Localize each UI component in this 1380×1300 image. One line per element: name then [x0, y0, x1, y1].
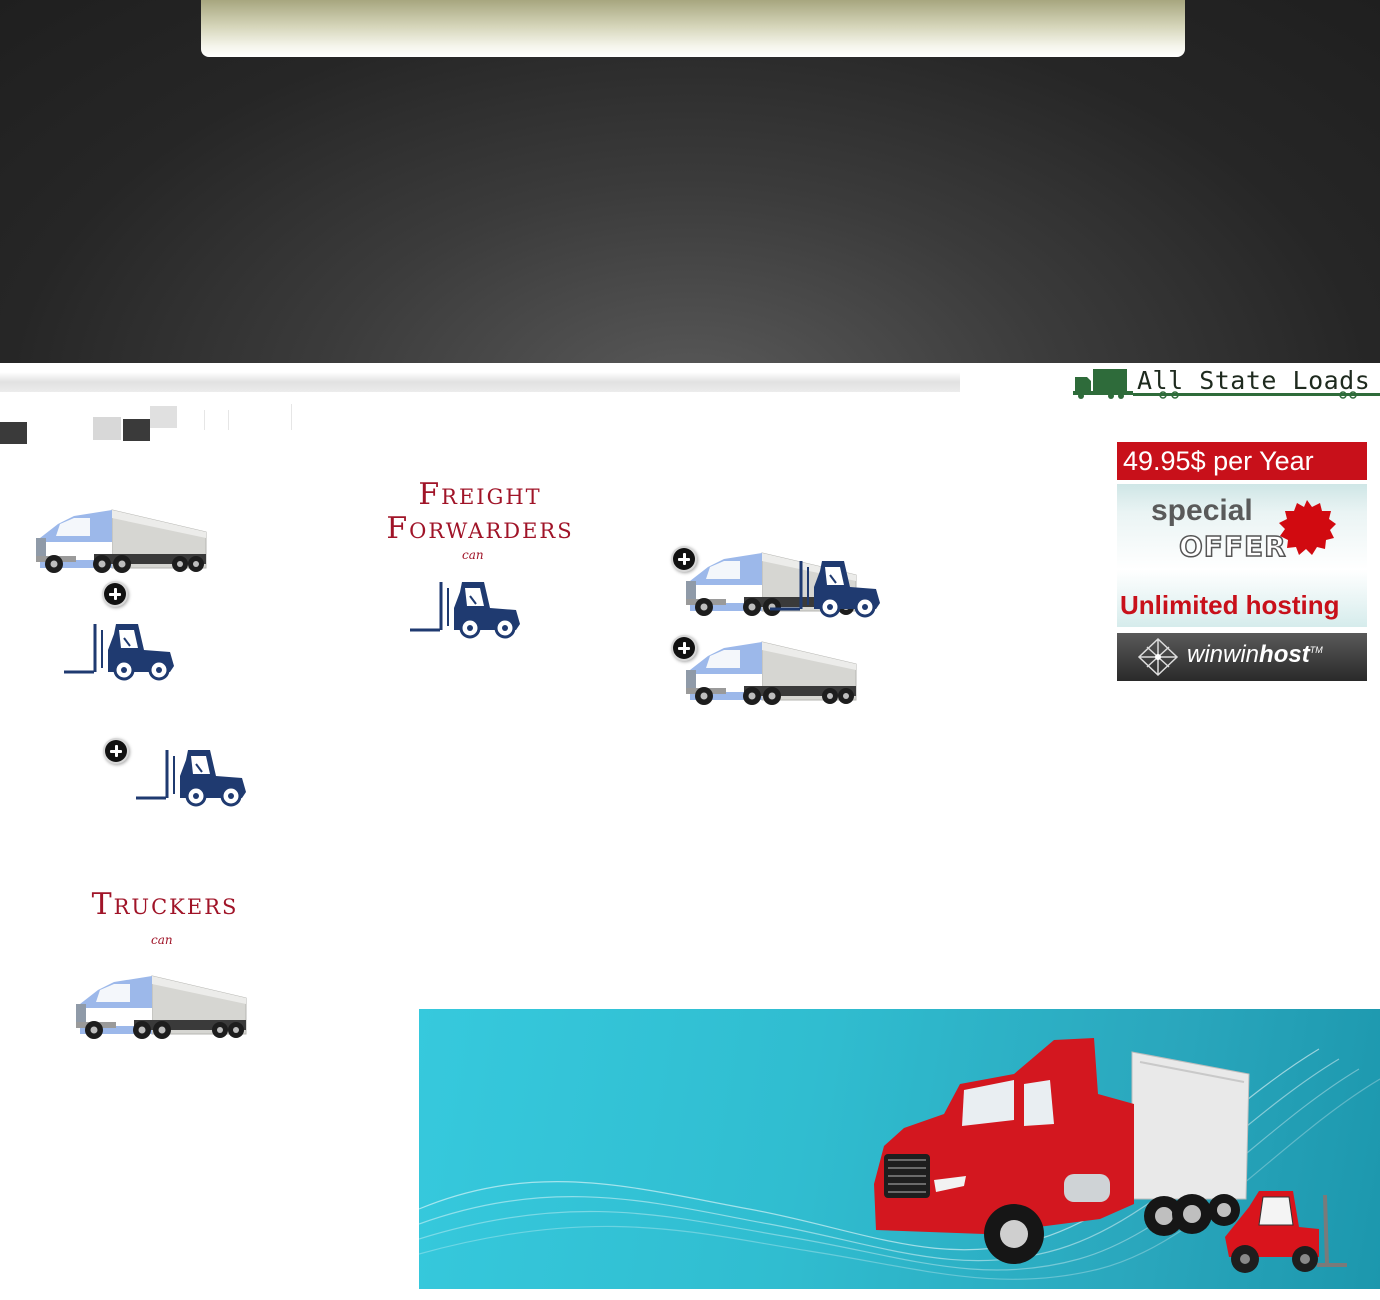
hero-header	[0, 0, 1380, 363]
ad-special-text: special	[1151, 494, 1253, 527]
truckers-can-text: can	[151, 933, 173, 947]
red-forklift-icon	[1225, 1191, 1347, 1273]
freight-title-line1: Freight	[418, 477, 542, 512]
truckers-title: Truckers	[91, 887, 239, 922]
truck-icon	[35, 509, 207, 574]
forklift-icon	[770, 559, 882, 618]
brand-prefix: winwin	[1187, 641, 1260, 668]
ad-brand-text: winwinhostTM	[1187, 641, 1323, 669]
nav-square[interactable]	[93, 417, 121, 440]
red-semi-truck-icon	[874, 1038, 1250, 1264]
winwinhost-logo-icon	[1137, 637, 1179, 677]
logo-wheels-icon	[1159, 391, 1357, 399]
plus-circle-icon[interactable]	[105, 740, 127, 762]
divider-line	[291, 404, 292, 430]
truck-icon	[75, 975, 247, 1040]
divider-line	[228, 410, 229, 430]
plus-circle-icon[interactable]	[104, 583, 126, 605]
forklift-icon	[64, 622, 176, 681]
page: All State Loads 49.95$ per Year special …	[0, 0, 1380, 1300]
forklift-icon	[136, 748, 248, 807]
ad-price: 49.95$ per Year	[1117, 442, 1367, 480]
ad-unlimited-text: Unlimited hosting	[1120, 590, 1340, 620]
ad-offer-panel: special OFFER Unlimited hosting	[1117, 484, 1367, 627]
ad-brand-bar: winwinhostTM	[1117, 633, 1367, 681]
brand-trademark: TM	[1309, 645, 1323, 655]
brand-suffix: host	[1259, 641, 1310, 668]
freight-can-text: can	[462, 548, 484, 562]
hosting-ad[interactable]: 49.95$ per Year special OFFER Unlimited …	[1117, 442, 1367, 681]
nav-strip	[201, 0, 1185, 57]
divider-bar	[0, 372, 960, 392]
nav-square[interactable]	[123, 419, 150, 441]
divider-line	[204, 410, 205, 430]
nav-square[interactable]	[150, 406, 177, 428]
ad-offer-text: OFFER	[1178, 529, 1287, 564]
logo-truck-icon	[1073, 369, 1133, 399]
site-logo[interactable]: All State Loads	[1073, 366, 1380, 400]
nav-square[interactable]	[0, 422, 27, 444]
hero-banner	[419, 1009, 1380, 1289]
truck-icon	[685, 641, 857, 706]
freight-title-line2: Forwarders	[386, 511, 574, 546]
freight-forwarders-title: Freight Forwarders	[380, 478, 580, 546]
forklift-icon	[410, 580, 522, 639]
